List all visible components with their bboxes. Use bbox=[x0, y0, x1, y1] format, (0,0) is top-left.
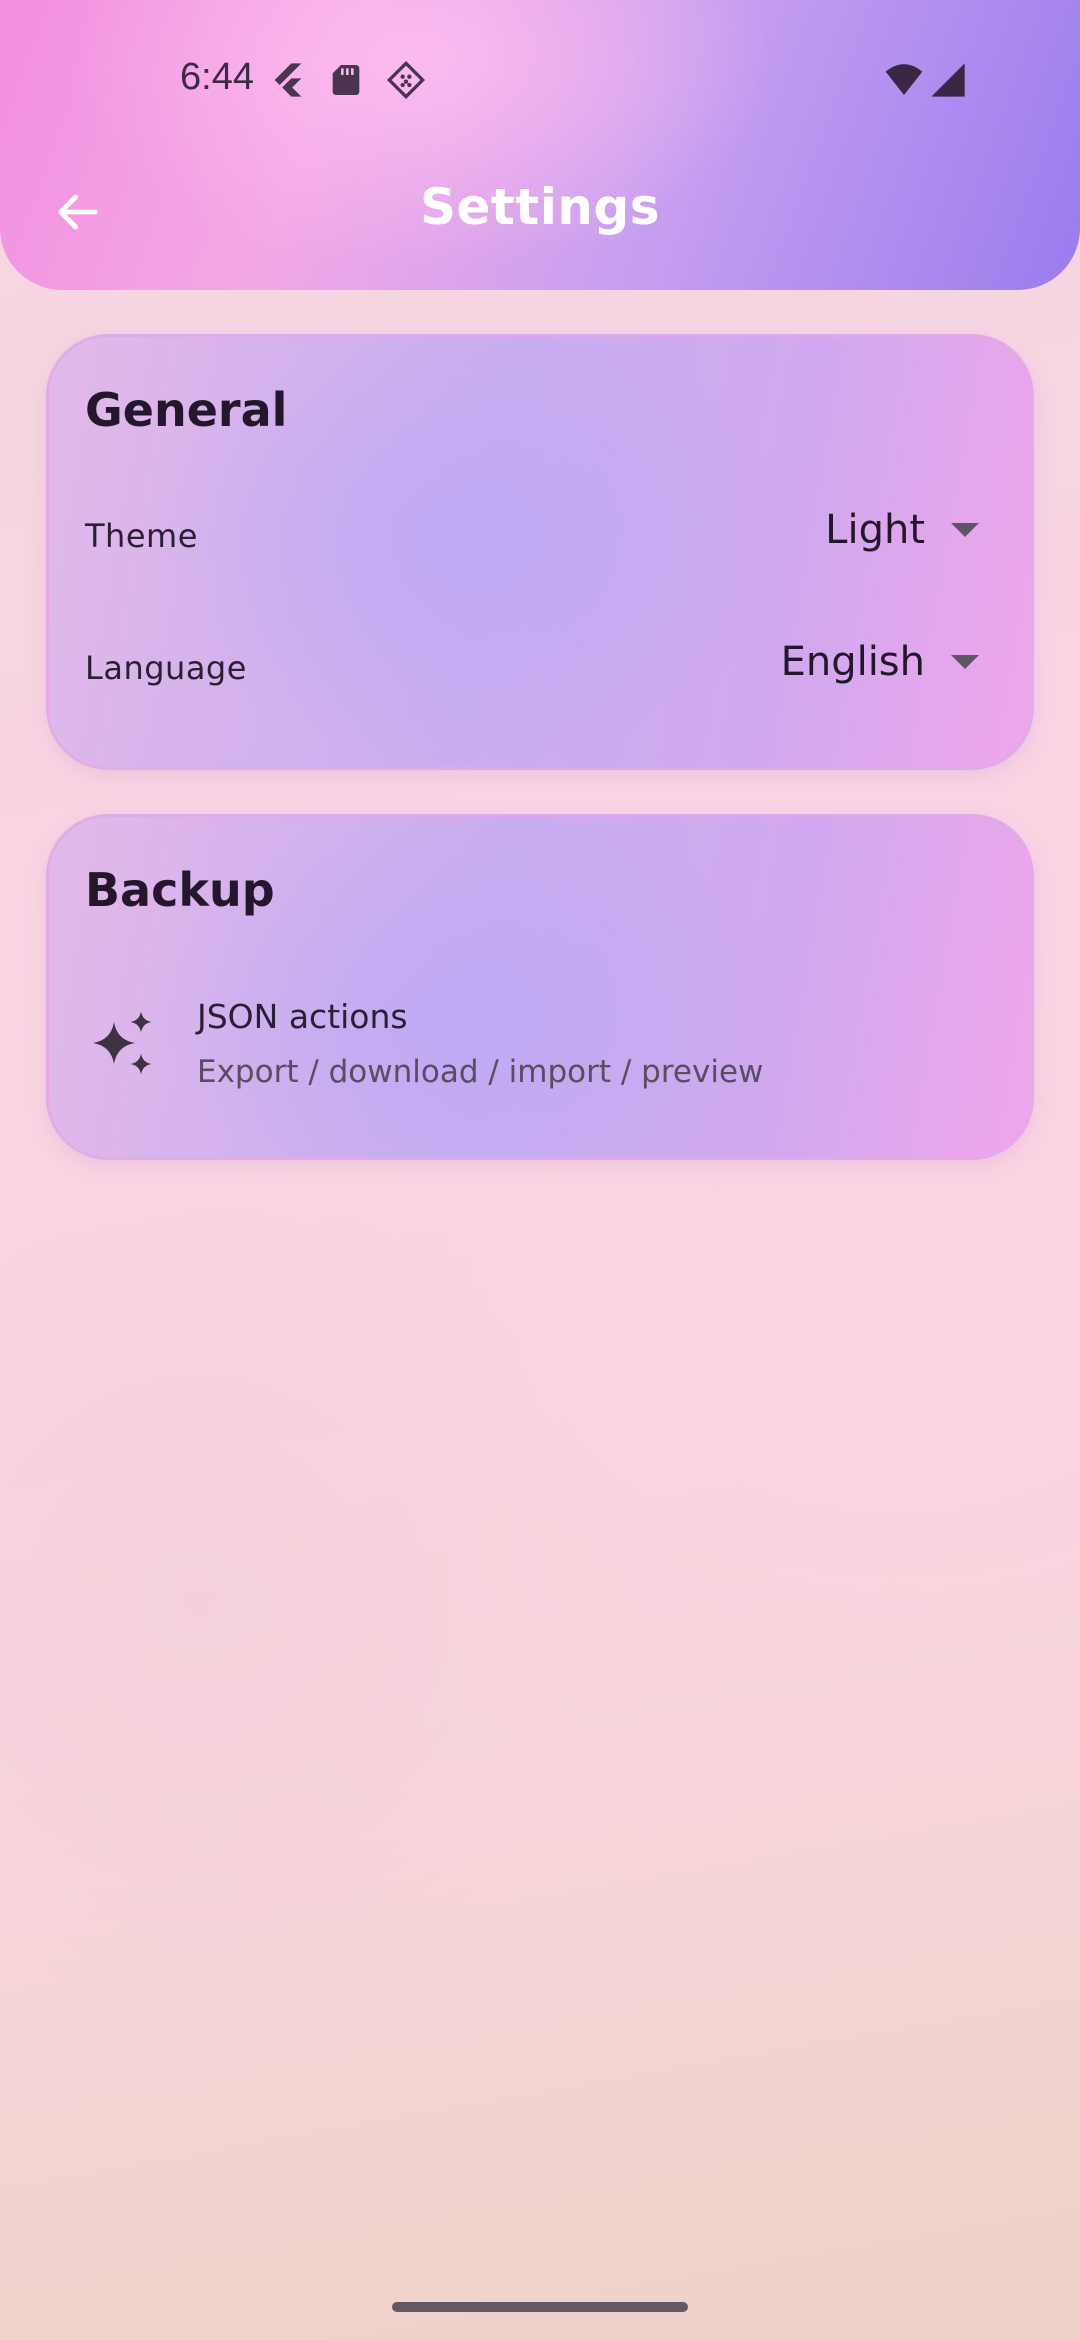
app-bar: 6:44 Settings bbox=[0, 0, 1080, 290]
status-bar: 6:44 bbox=[0, 0, 1080, 160]
wifi-icon bbox=[880, 60, 928, 100]
general-card: General Theme Light Language English bbox=[46, 334, 1034, 770]
language-value: English bbox=[780, 639, 925, 685]
general-section-title: General bbox=[85, 383, 288, 437]
sd-card-icon bbox=[326, 60, 366, 100]
theme-value: Light bbox=[825, 507, 925, 553]
json-actions-text: JSON actions Export / download / import … bbox=[197, 997, 763, 1090]
sparkle-icon bbox=[93, 1011, 152, 1075]
dropdown-arrow-icon bbox=[951, 655, 979, 669]
flutter-icon bbox=[268, 60, 308, 100]
theme-dropdown[interactable]: Light bbox=[825, 507, 979, 553]
json-actions-item[interactable]: JSON actions Export / download / import … bbox=[79, 977, 999, 1117]
backup-card: Backup JSON actions Export / download / … bbox=[46, 814, 1034, 1160]
language-label: Language bbox=[85, 649, 247, 687]
language-dropdown[interactable]: English bbox=[781, 639, 979, 685]
theme-label: Theme bbox=[85, 517, 198, 555]
json-actions-title: JSON actions bbox=[197, 997, 408, 1036]
backup-section-title: Backup bbox=[85, 863, 275, 917]
cell-signal-icon bbox=[928, 60, 972, 100]
dropdown-arrow-icon bbox=[951, 523, 979, 537]
json-actions-subtitle: Export / download / import / preview bbox=[197, 1054, 764, 1090]
page-title: Settings bbox=[419, 178, 660, 236]
status-time: 6:44 bbox=[180, 56, 254, 98]
app-badge-icon bbox=[386, 60, 426, 100]
home-indicator[interactable] bbox=[392, 2302, 688, 2312]
